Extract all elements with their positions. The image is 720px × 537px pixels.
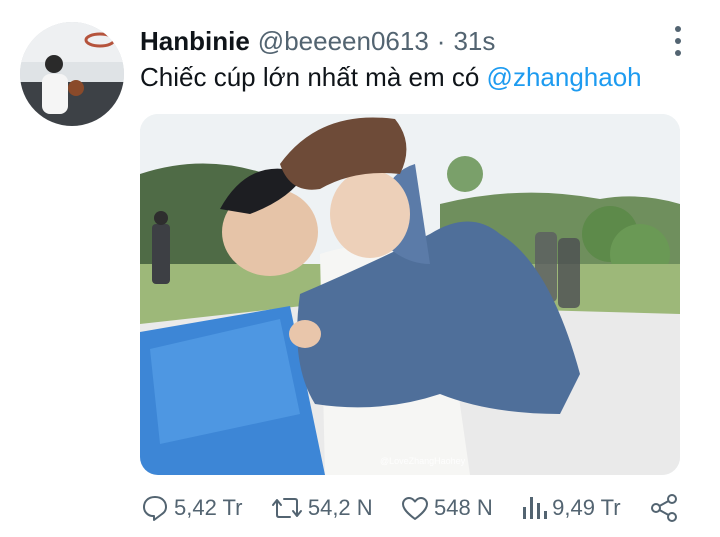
tweet-text: Chiếc cúp lớn nhất mà em có @zhanghaoh [140,62,642,93]
avatar[interactable] [20,22,124,126]
like-count: 548 N [434,495,493,520]
tweet-actions: 5,42 Tr 54,2 N 548 N 9,49 Tr [140,488,680,528]
reply-count: 5,42 Tr [174,495,243,520]
tweet-text-body: Chiếc cúp lớn nhất mà em có [140,62,487,92]
more-vertical-icon[interactable] [668,26,688,56]
retweet-button[interactable]: 54,2 N [270,493,373,523]
share-button[interactable] [648,492,680,524]
reply-icon [143,496,167,521]
media-watermark: @LoveZhangHaohey [380,456,466,466]
retweet-count: 54,2 N [307,495,373,520]
views-icon [523,497,548,519]
author-name[interactable]: Hanbinie [140,26,250,57]
share-icon [650,494,677,522]
retweet-icon [271,498,302,518]
mention-link[interactable]: @zhanghaoh [487,62,642,92]
timestamp[interactable]: 31s [453,26,495,57]
views-count: 9,49 Tr [552,495,621,520]
like-button[interactable]: 548 N [400,493,493,523]
reply-button[interactable]: 5,42 Tr [140,493,242,523]
views-button[interactable]: 9,49 Tr [520,493,621,523]
separator: · [436,26,446,56]
author-handle[interactable]: @beeeen0613 [258,26,429,57]
tweet-header: Hanbinie @beeeen0613 · 31s [140,26,660,56]
tweet-media[interactable]: @LoveZhangHaohey [140,114,680,475]
like-icon [402,497,429,520]
